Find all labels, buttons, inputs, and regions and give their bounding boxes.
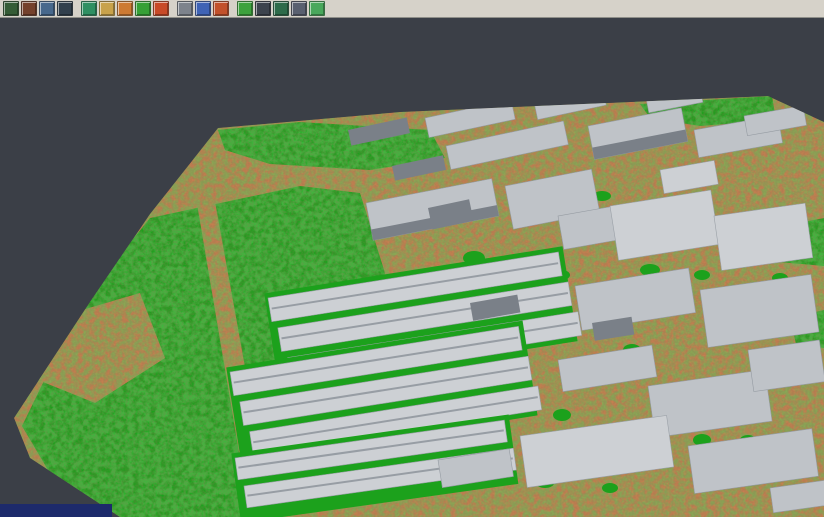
layers-icon[interactable] bbox=[3, 1, 19, 16]
mesh-icon[interactable] bbox=[57, 1, 73, 16]
camera-icon[interactable] bbox=[195, 1, 211, 16]
shade-icon[interactable] bbox=[255, 1, 271, 16]
settings-gear-icon[interactable] bbox=[177, 1, 193, 16]
3d-viewport[interactable] bbox=[0, 18, 824, 517]
point-cloud-scene bbox=[0, 18, 824, 517]
orthophoto-icon[interactable] bbox=[117, 1, 133, 16]
globe-icon[interactable] bbox=[273, 1, 289, 16]
grid-icon[interactable] bbox=[237, 1, 253, 16]
toolbar bbox=[0, 0, 824, 18]
classify-icon[interactable] bbox=[135, 1, 151, 16]
pointcloud-icon[interactable] bbox=[39, 1, 55, 16]
dem-icon[interactable] bbox=[21, 1, 37, 16]
capture-icon[interactable] bbox=[309, 1, 325, 16]
delete-icon[interactable] bbox=[213, 1, 229, 16]
texture-icon[interactable] bbox=[99, 1, 115, 16]
background-window-strip bbox=[0, 504, 112, 517]
fullscreen-icon[interactable] bbox=[291, 1, 307, 16]
marker-icon[interactable] bbox=[153, 1, 169, 16]
contour-icon[interactable] bbox=[81, 1, 97, 16]
